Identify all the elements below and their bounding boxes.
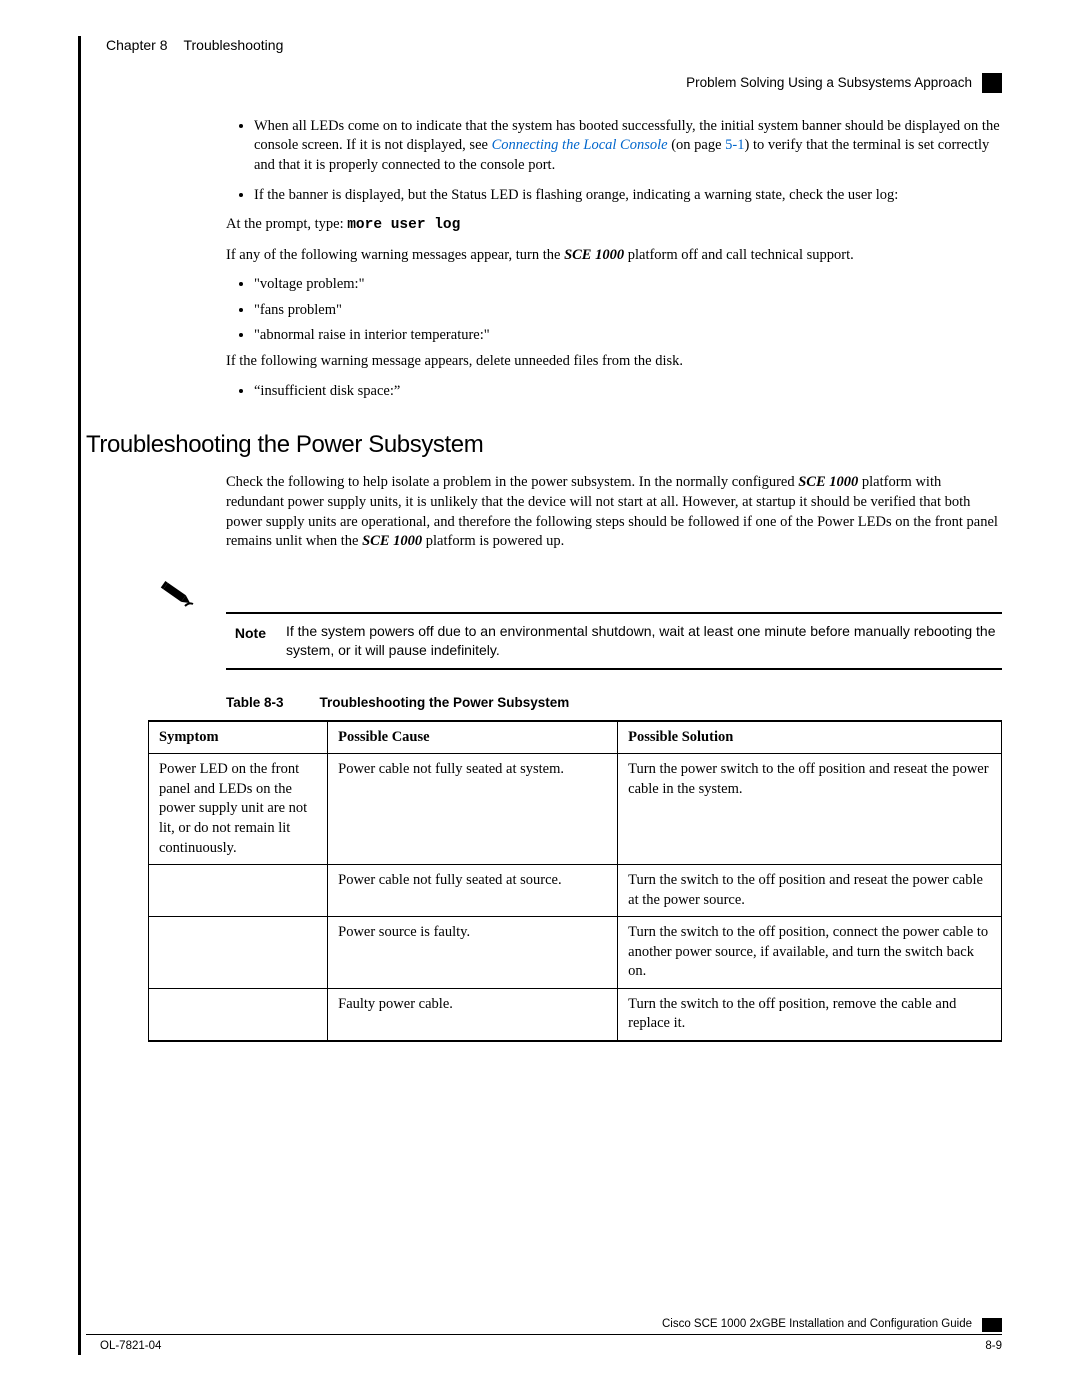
cell-symptom (149, 917, 328, 989)
table-row: Faulty power cable. Turn the switch to t… (149, 988, 1002, 1041)
body-text: (on page (668, 137, 726, 153)
table-title: Troubleshooting the Power Subsystem (320, 694, 570, 712)
guide-title: Cisco SCE 1000 2xGBE Installation and Co… (662, 1317, 972, 1333)
body-text: Check the following to help isolate a pr… (226, 474, 798, 490)
footer-marker-icon (982, 1318, 1002, 1332)
command-text: more user log (347, 217, 460, 233)
footer-guide-row: Cisco SCE 1000 2xGBE Installation and Co… (86, 1317, 1002, 1336)
list-item: "fans problem" (254, 301, 1002, 321)
chapter-number: Chapter 8 (106, 36, 167, 55)
header-top-row: Chapter 8 Troubleshooting (106, 36, 1002, 55)
left-margin-rule (78, 36, 81, 1355)
list-item: “insufficient disk space:” (254, 382, 1002, 402)
page-number: 8-9 (985, 1339, 1002, 1355)
cell-symptom (149, 865, 328, 917)
note-block: Note If the system powers off due to an … (148, 576, 1002, 670)
warning-text: "voltage problem:" (254, 276, 365, 292)
cell-cause: Faulty power cable. (328, 988, 618, 1041)
boot-bullet-list: When all LEDs come on to indicate that t… (226, 117, 1002, 205)
header-marker-icon (982, 73, 1002, 93)
section-heading: Troubleshooting the Power Subsystem (86, 429, 1002, 461)
main-content: When all LEDs come on to indicate that t… (86, 117, 1002, 1042)
table-number: Table 8-3 (226, 694, 284, 712)
page-header: Chapter 8 Troubleshooting Problem Solvin… (86, 36, 1002, 93)
col-solution: Possible Solution (618, 721, 1002, 754)
body-text: If any of the following warning messages… (226, 247, 564, 263)
list-item: "voltage problem:" (254, 275, 1002, 295)
col-cause: Possible Cause (328, 721, 618, 754)
cell-solution: Turn the switch to the off position, con… (618, 917, 1002, 989)
note-pencil-icon (148, 576, 206, 612)
doc-id: OL-7821-04 (100, 1339, 161, 1355)
col-symptom: Symptom (149, 721, 328, 754)
cross-ref-page[interactable]: 5-1 (725, 137, 744, 153)
platform-name: SCE 1000 (564, 247, 624, 263)
cell-symptom (149, 988, 328, 1041)
header-section-row: Problem Solving Using a Subsystems Appro… (106, 73, 1002, 93)
cross-ref-link[interactable]: Connecting the Local Console (492, 137, 668, 153)
body-text: If the banner is displayed, but the Stat… (254, 187, 898, 203)
list-item: "abnormal raise in interior temperature:… (254, 326, 1002, 346)
warning-text: "fans problem" (254, 302, 342, 318)
body-text: platform off and call technical support. (624, 247, 854, 263)
warning-text: “insufficient disk space:” (254, 383, 400, 399)
prompt-line: At the prompt, type: more user log (226, 215, 1002, 236)
cell-symptom: Power LED on the front panel and LEDs on… (149, 754, 328, 865)
disk-intro: If the following warning message appears… (226, 352, 1002, 372)
disk-bullet-list: “insufficient disk space:” (226, 382, 1002, 402)
body-text: platform is powered up. (422, 533, 564, 549)
chapter-title: Troubleshooting (183, 36, 283, 55)
cell-solution: Turn the power switch to the off positio… (618, 754, 1002, 865)
list-item: When all LEDs come on to indicate that t… (254, 117, 1002, 176)
cell-solution: Turn the switch to the off position and … (618, 865, 1002, 917)
table-caption: Table 8-3 Troubleshooting the Power Subs… (226, 694, 1002, 712)
table-row: Power cable not fully seated at source. … (149, 865, 1002, 917)
footer-doc-row: OL-7821-04 8-9 (86, 1335, 1002, 1355)
body-text: At the prompt, type: (226, 216, 347, 232)
note-rule-bottom (226, 668, 1002, 670)
warning-intro: If any of the following warning messages… (226, 246, 1002, 266)
cell-cause: Power cable not fully seated at source. (328, 865, 618, 917)
list-item: If the banner is displayed, but the Stat… (254, 186, 1002, 206)
note-row: Note If the system powers off due to an … (226, 614, 1002, 668)
table-row: Power source is faulty. Turn the switch … (149, 917, 1002, 989)
table-header-row: Symptom Possible Cause Possible Solution (149, 721, 1002, 754)
warning-messages-list: "voltage problem:" "fans problem" "abnor… (226, 275, 1002, 346)
warning-text: "abnormal raise in interior temperature:… (254, 327, 490, 343)
cell-cause: Power source is faulty. (328, 917, 618, 989)
cell-cause: Power cable not fully seated at system. (328, 754, 618, 865)
troubleshoot-table: Symptom Possible Cause Possible Solution… (148, 720, 1002, 1042)
page: Chapter 8 Troubleshooting Problem Solvin… (0, 0, 1080, 1397)
cell-solution: Turn the switch to the off position, rem… (618, 988, 1002, 1041)
page-footer: Cisco SCE 1000 2xGBE Installation and Co… (86, 1317, 1002, 1355)
power-intro: Check the following to help isolate a pr… (226, 473, 1002, 551)
section-title: Problem Solving Using a Subsystems Appro… (686, 74, 972, 92)
note-label: Note (226, 622, 266, 643)
platform-name: SCE 1000 (798, 474, 858, 490)
platform-name: SCE 1000 (362, 533, 422, 549)
note-text: If the system powers off due to an envir… (286, 622, 1002, 660)
table-row: Power LED on the front panel and LEDs on… (149, 754, 1002, 865)
